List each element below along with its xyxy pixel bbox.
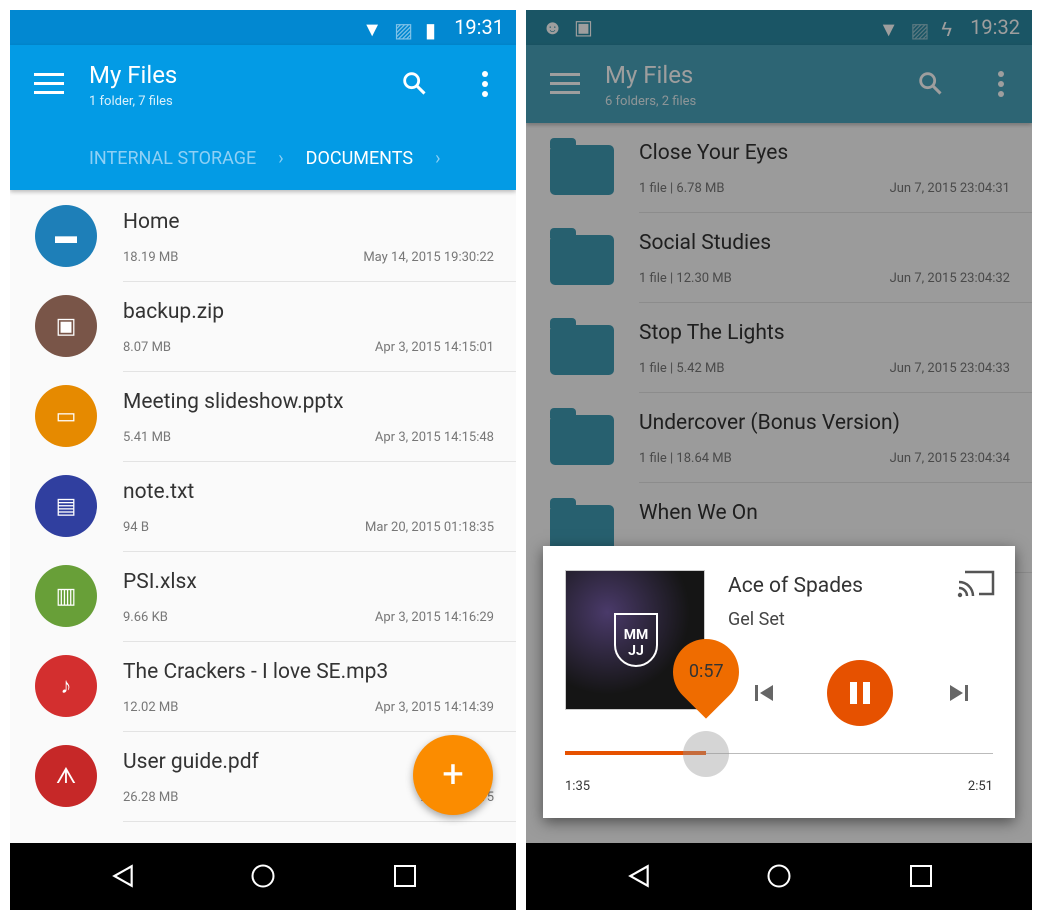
file-date: May 14, 2015 19:30:22 (363, 250, 494, 265)
navigation-bar (526, 843, 1032, 910)
file-name: User guide.pdf (123, 750, 259, 774)
battery-icon: ▮ (424, 17, 436, 42)
file-item[interactable]: ▣ backup.zip 8.07 MB Apr 3, 2015 14:15:0… (10, 282, 516, 372)
add-fab-button[interactable]: + (413, 735, 493, 815)
file-item[interactable]: ▭ Meeting slideshow.pptx 5.41 MB Apr 3, … (10, 372, 516, 462)
right-phone: ☻ ▣ ▼ ▨ ϟ 19:32 My Files 6 folders, 2 file… (526, 10, 1032, 910)
file-size: 5.41 MB (123, 430, 172, 445)
file-date: Apr 3, 2015 14:15:48 (374, 430, 494, 445)
page-title: My Files (89, 61, 178, 89)
toolbar: My Files 1 folder, 7 files INTERNAL STOR… (10, 45, 516, 190)
seek-thumb[interactable] (683, 731, 730, 777)
seek-tooltip-label: 0:57 (688, 661, 724, 682)
no-sim-icon: ▨ (394, 17, 413, 42)
file-item[interactable]: ▤ note.txt 94 B Mar 20, 2015 01:18:35 (10, 462, 516, 552)
clock: 19:31 (454, 15, 504, 39)
file-name: Home (123, 210, 180, 234)
left-phone: ▼ ▨ ▮ 19:31 My Files 1 folder, 7 files INT… (10, 10, 516, 910)
archive-icon: ▣ (35, 295, 97, 357)
back-icon[interactable] (110, 863, 136, 893)
artist-name: Gel Set (728, 609, 785, 630)
home-icon[interactable] (250, 863, 276, 893)
breadcrumb-internal-storage[interactable]: INTERNAL STORAGE (89, 148, 256, 169)
chevron-right-icon: › (278, 148, 284, 169)
menu-icon[interactable] (34, 73, 64, 100)
recents-icon[interactable] (908, 863, 934, 893)
breadcrumb: INTERNAL STORAGE › DOCUMENTS › (89, 148, 440, 169)
file-date: Apr 3, 2015 14:14:39 (374, 700, 494, 715)
file-size: 94 B (123, 520, 149, 535)
file-size: 26.28 MB (123, 790, 179, 805)
file-name: Meeting slideshow.pptx (123, 390, 344, 414)
pdf-icon: ᗑ (35, 745, 97, 807)
navigation-bar (10, 843, 516, 910)
more-options-icon[interactable] (482, 71, 488, 101)
pause-button[interactable] (827, 660, 893, 726)
back-icon[interactable] (626, 863, 652, 893)
file-item[interactable]: ▬ Home 18.19 MB May 14, 2015 19:30:22 (10, 192, 516, 282)
status-bar: ▼ ▨ ▮ 19:31 (10, 10, 516, 45)
file-item[interactable]: ▥ PSI.xlsx 9.66 KB Apr 3, 2015 14:16:29 (10, 552, 516, 642)
wifi-icon: ▼ (362, 17, 383, 41)
file-name: PSI.xlsx (123, 570, 197, 594)
home-icon[interactable] (766, 863, 792, 893)
skip-previous-icon[interactable] (753, 682, 775, 704)
file-size: 9.66 KB (123, 610, 168, 625)
file-name: note.txt (123, 480, 195, 504)
file-date: Apr 3, 2015 14:16:29 (374, 610, 494, 625)
file-size: 18.19 MB (123, 250, 179, 265)
slideshow-icon: ▭ (35, 385, 97, 447)
document-icon: ▤ (35, 475, 97, 537)
music-player-dialog: MM JJ Ace of Spades Gel Set 0:57 1:35 2:5… (543, 546, 1015, 818)
music-icon: ♪ (35, 655, 97, 717)
file-name: backup.zip (123, 300, 225, 324)
cast-icon[interactable] (957, 568, 995, 598)
breadcrumb-documents[interactable]: DOCUMENTS (306, 148, 413, 169)
skip-next-icon[interactable] (948, 682, 970, 704)
chevron-right-icon: › (435, 148, 441, 169)
chart-icon: ▥ (35, 565, 97, 627)
file-name: The Crackers - I love SE.mp3 (123, 660, 389, 684)
elapsed-time: 1:35 (565, 779, 591, 794)
song-title: Ace of Spades (728, 574, 864, 598)
file-size: 8.07 MB (123, 340, 172, 355)
file-date: Mar 20, 2015 01:18:35 (364, 520, 494, 535)
file-date: Apr 3, 2015 14:15:01 (374, 340, 494, 355)
divider (123, 821, 516, 822)
album-logo: MM JJ (614, 613, 658, 667)
file-size: 12.02 MB (123, 700, 179, 715)
folder-icon: ▬ (35, 205, 97, 267)
file-item[interactable]: ♪ The Crackers - I love SE.mp3 12.02 MB … (10, 642, 516, 732)
seek-bar[interactable]: 0:57 (565, 625, 993, 777)
page-subtitle: 1 folder, 7 files (89, 94, 173, 109)
recents-icon[interactable] (392, 863, 418, 893)
search-icon[interactable] (400, 69, 428, 97)
total-time: 2:51 (967, 779, 993, 794)
